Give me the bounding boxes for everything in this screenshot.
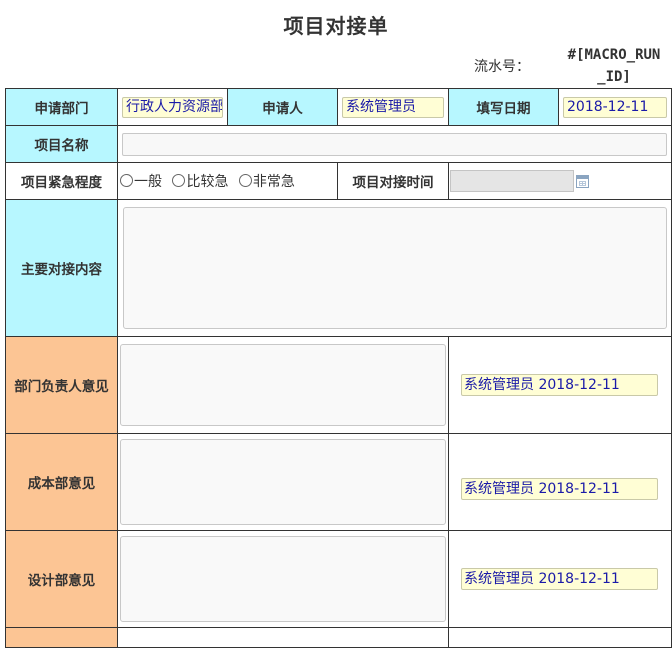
urgency-radio-group: 一般 比较急 非常急 <box>118 171 337 191</box>
serial-number-line1: #[MACRO_RUN <box>567 47 661 63</box>
main-content-label: 主要对接内容 <box>5 199 118 337</box>
opinion-label: 设计部意见 <box>5 530 118 628</box>
date-cell: 2018-12-11 <box>558 88 672 126</box>
opinion-input-cell <box>117 530 449 628</box>
calendar-icon[interactable] <box>576 174 589 188</box>
urgency-option-label: 比较急 <box>186 174 229 190</box>
opinion-input-cell <box>117 336 449 434</box>
docking-time-input[interactable] <box>450 170 574 192</box>
serial-number-label: 流水号： <box>474 59 530 75</box>
applicant-label: 申请人 <box>227 88 338 126</box>
project-name-label: 项目名称 <box>5 125 118 163</box>
opinion-input-cell <box>117 433 449 531</box>
department-label: 申请部门 <box>5 88 118 126</box>
main-content-textarea[interactable] <box>122 207 667 329</box>
opinion-sign-cell: 系统管理员 2018-12-11 <box>448 336 672 434</box>
opinion-signature-field[interactable]: 系统管理员 2018-12-11 <box>461 478 658 500</box>
radio-circle-icon[interactable] <box>120 174 133 187</box>
row-basic-info: 申请部门 行政人力资源部 申请人 系统管理员 填写日期 2018-12-11 <box>5 88 672 126</box>
opinion-textarea[interactable] <box>120 439 446 525</box>
urgency-option-normal[interactable]: 一般 <box>120 174 162 190</box>
department-cell: 行政人力资源部 <box>117 88 228 126</box>
page-title: 项目对接单 <box>283 14 389 38</box>
project-name-input[interactable] <box>122 132 667 156</box>
docking-time-cell <box>448 162 672 200</box>
opinion-textarea[interactable] <box>120 536 446 622</box>
radio-circle-icon[interactable] <box>172 174 186 187</box>
applicant-cell: 系统管理员 <box>337 88 449 126</box>
opinion-signature-field[interactable]: 系统管理员 2018-12-11 <box>461 374 658 396</box>
docking-time-label: 项目对接时间 <box>337 162 449 200</box>
opinion-label: 部门负责人意见 <box>5 336 118 434</box>
department-field[interactable]: 行政人力资源部 <box>122 96 223 118</box>
date-label: 填写日期 <box>448 88 559 126</box>
docking-form-table: 申请部门 行政人力资源部 申请人 系统管理员 填写日期 2018-12-11 项… <box>5 88 672 648</box>
project-name-cell <box>117 125 672 163</box>
urgency-option-label: 非常急 <box>252 174 295 190</box>
opinion-sign-cell: 系统管理员 2018-12-11 <box>448 433 672 531</box>
serial-number-line2: _ID] <box>597 69 631 85</box>
row-main-content: 主要对接内容 <box>5 199 672 337</box>
radio-circle-icon[interactable] <box>238 174 252 187</box>
serial-number-value: #[MACRO_RUN _ID] <box>556 44 672 88</box>
fill-date-field[interactable]: 2018-12-11 <box>563 96 667 118</box>
row-opinion-design: 设计部意见 系统管理员 2018-12-11 <box>5 530 672 628</box>
urgency-option-label: 一般 <box>134 174 162 190</box>
urgency-option-fairly-urgent[interactable]: 比较急 <box>172 174 228 190</box>
opinion-label: 成本部意见 <box>5 433 118 531</box>
row-opinion-dept-head: 部门负责人意见 系统管理员 2018-12-11 <box>5 336 672 434</box>
urgency-label: 项目紧急程度 <box>5 162 118 200</box>
row-project-name: 项目名称 <box>5 125 672 163</box>
opinion-textarea[interactable] <box>120 344 446 426</box>
row-urgency: 项目紧急程度 一般 比较急 非常急 项目对接时间 <box>5 162 672 200</box>
opinion-sign-cell: 系统管理员 2018-12-11 <box>448 530 672 628</box>
opinion-signature-field[interactable]: 系统管理员 2018-12-11 <box>461 568 658 590</box>
row-opinion-cost: 成本部意见 系统管理员 2018-12-11 <box>5 433 672 531</box>
urgency-option-very-urgent[interactable]: 非常急 <box>238 174 295 190</box>
main-content-cell <box>117 199 672 337</box>
applicant-field[interactable]: 系统管理员 <box>342 96 444 118</box>
urgency-cell: 一般 比较急 非常急 <box>117 162 338 200</box>
